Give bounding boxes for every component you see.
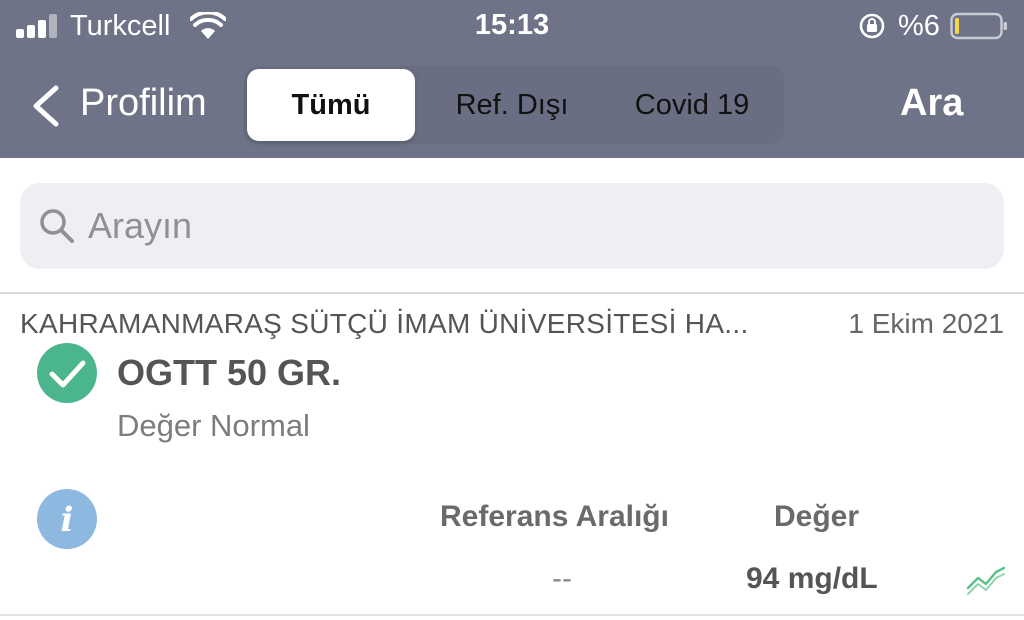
status-bar: Turkcell 15:13 %6 [0, 0, 1024, 52]
reference-range-header: Referans Aralığı [440, 500, 669, 533]
search-icon [40, 209, 74, 243]
result-date: 1 Ekim 2021 [848, 308, 1004, 339]
filter-segmented-control: Tümü Ref. Dışı Covid 19 [244, 66, 784, 144]
status-time: 15:13 [474, 9, 550, 41]
battery-percent: %6 [898, 10, 940, 42]
back-button[interactable]: Profilim [28, 78, 228, 134]
segment-out-of-range[interactable]: Ref. Dışı [430, 69, 594, 141]
segment-covid-19[interactable]: Covid 19 [604, 69, 780, 141]
search-bar[interactable] [20, 183, 1004, 269]
back-label: Profilim [80, 82, 207, 124]
wifi-icon [190, 12, 226, 39]
reference-range-value: -- [552, 562, 572, 595]
carrier-name: Turkcell [70, 10, 171, 42]
trend-chart-icon[interactable] [966, 562, 1006, 596]
value-header: Değer [774, 500, 860, 533]
check-icon [37, 343, 97, 403]
hospital-name: KAHRAMANMARAŞ SÜTÇÜ İMAM ÜNİVERSİTESİ HA… [20, 308, 749, 339]
info-icon[interactable]: i [36, 488, 98, 550]
test-result-item[interactable]: KAHRAMANMARAŞ SÜTÇÜ İMAM ÜNİVERSİTESİ HA… [0, 294, 1024, 616]
svg-text:i: i [61, 500, 74, 540]
rotation-lock-icon [859, 13, 885, 39]
bottom-divider [0, 614, 1024, 616]
result-status: Değer Normal [117, 408, 310, 443]
signal-icon [16, 14, 60, 38]
battery-icon [950, 12, 1007, 40]
search-button[interactable]: Ara [900, 82, 963, 125]
search-input[interactable] [88, 197, 968, 255]
test-name: OGTT 50 GR. [117, 352, 342, 393]
chevron-left-icon [33, 85, 59, 127]
segment-all[interactable]: Tümü [247, 69, 415, 141]
result-value: 94 mg/dL [746, 562, 878, 595]
navigation-header: Turkcell 15:13 %6 Profilim Tümü Ref. Dış… [0, 0, 1024, 158]
